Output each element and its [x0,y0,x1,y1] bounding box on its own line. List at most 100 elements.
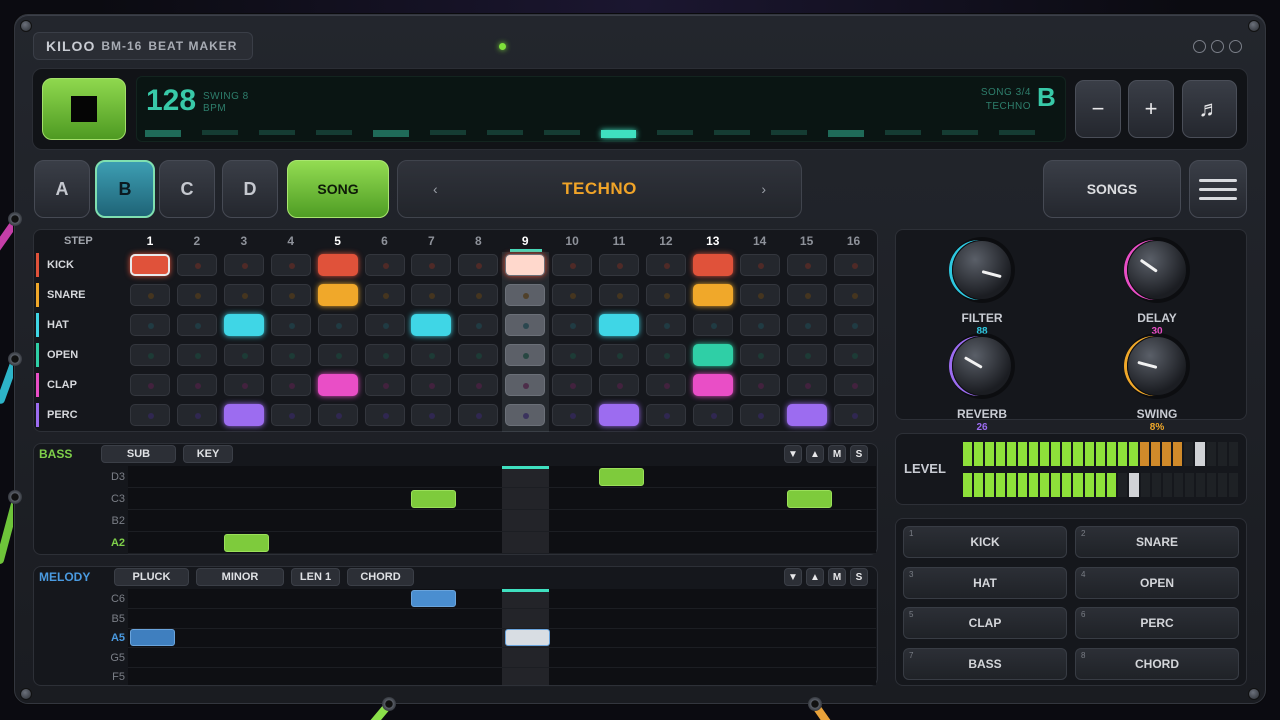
step-cell[interactable] [833,313,874,336]
step-cell[interactable] [317,313,358,336]
bass-mute-button[interactable]: M [828,445,846,463]
step-cell[interactable] [645,373,686,396]
step-cell[interactable] [130,403,170,426]
step-cell[interactable] [505,343,546,366]
step-cell[interactable] [645,343,686,366]
step-cell[interactable] [270,254,311,276]
fx-knob-swing[interactable] [1127,336,1187,396]
melody-length-chip[interactable]: LEN 1 [291,568,340,586]
step-cell[interactable] [505,403,546,426]
step-cell[interactable] [833,283,874,306]
step-cell[interactable] [692,313,733,336]
melody-note[interactable] [411,590,457,607]
step-cell[interactable] [552,283,593,306]
step-cell[interactable] [176,373,217,396]
pad-bass[interactable]: 7 BASS [903,647,1067,680]
ring-icon[interactable] [1229,40,1242,53]
step-cell[interactable] [411,283,452,306]
step-cell[interactable] [317,343,358,366]
step-cell[interactable] [176,283,217,306]
step-cell[interactable] [176,343,217,366]
step-cell[interactable] [833,254,874,276]
step-cell[interactable] [599,254,639,276]
step-cell[interactable] [130,283,170,306]
pad-snare[interactable]: 2 SNARE [1075,526,1239,558]
step-cell[interactable] [786,313,827,336]
step-cell[interactable] [739,403,780,426]
bass-note[interactable] [223,534,269,552]
step-cell[interactable] [739,373,780,396]
step-cell[interactable] [833,373,874,396]
step-cell[interactable] [692,403,733,426]
bass-note[interactable] [599,468,644,486]
step-cell[interactable] [176,403,217,426]
song-mode-button[interactable]: SONG [287,160,389,218]
step-cell[interactable] [552,403,593,426]
pattern-b-button[interactable]: B [95,160,155,218]
ring-icon[interactable] [1193,40,1206,53]
chevron-right-icon[interactable]: › [761,181,766,197]
melody-pluck-chip[interactable]: PLUCK [114,568,189,586]
step-cell[interactable] [505,313,546,336]
step-cell[interactable] [317,254,358,276]
step-cell[interactable] [411,254,452,276]
step-cell[interactable] [176,313,217,336]
step-cell[interactable] [739,283,780,306]
step-cell[interactable] [411,343,452,366]
pad-open[interactable]: 4 OPEN [1075,566,1239,599]
step-cell[interactable] [786,373,827,396]
step-cell[interactable] [317,283,358,306]
step-cell[interactable] [505,283,546,306]
pad-hat[interactable]: 3 HAT [903,566,1067,599]
bass-sub-chip[interactable]: SUB [101,445,176,463]
step-cell[interactable] [364,283,405,306]
step-cell[interactable] [552,313,593,336]
step-cell[interactable] [552,343,593,366]
pad-kick[interactable]: 1 KICK [903,526,1067,558]
step-cell[interactable] [505,373,546,396]
melody-note[interactable] [130,629,175,646]
bass-note[interactable] [786,490,832,508]
step-cell[interactable] [599,313,639,336]
step-cell[interactable] [270,403,311,426]
pad-chord[interactable]: 8 CHORD [1075,647,1239,680]
step-cell[interactable] [130,254,170,276]
stop-button[interactable] [42,78,126,140]
step-cell[interactable] [645,313,686,336]
step-cell[interactable] [786,403,827,426]
step-cell[interactable] [317,403,358,426]
step-cell[interactable] [411,373,452,396]
melody-chord-chip[interactable]: CHORD [347,568,414,586]
step-cell[interactable] [458,283,499,306]
melody-up-button[interactable]: ▲ [806,568,824,586]
step-cell[interactable] [645,403,686,426]
step-cell[interactable] [739,343,780,366]
step-cell[interactable] [364,313,405,336]
bass-down-button[interactable]: ▼ [784,445,802,463]
bass-solo-button[interactable]: S [850,445,868,463]
step-cell[interactable] [270,313,311,336]
step-cell[interactable] [270,343,311,366]
step-cell[interactable] [458,343,499,366]
step-cell[interactable] [692,343,733,366]
step-cell[interactable] [786,254,827,276]
fx-knob-reverb[interactable] [952,336,1012,396]
step-cell[interactable] [223,283,264,306]
tempo-plus-button[interactable]: + [1128,80,1174,138]
step-cell[interactable] [645,283,686,306]
ring-icon[interactable] [1211,40,1224,53]
step-cell[interactable] [458,313,499,336]
step-cell[interactable] [364,254,405,276]
step-cell[interactable] [692,373,733,396]
step-cell[interactable] [599,343,639,366]
step-cell[interactable] [692,254,733,276]
step-cell[interactable] [692,283,733,306]
bass-key-chip[interactable]: KEY [183,445,233,463]
step-cell[interactable] [786,343,827,366]
tempo-minus-button[interactable]: − [1075,80,1121,138]
step-cell[interactable] [223,373,264,396]
songs-button[interactable]: SONGS [1043,160,1181,218]
step-cell[interactable] [739,254,780,276]
step-cell[interactable] [223,313,264,336]
bass-note[interactable] [411,490,457,508]
